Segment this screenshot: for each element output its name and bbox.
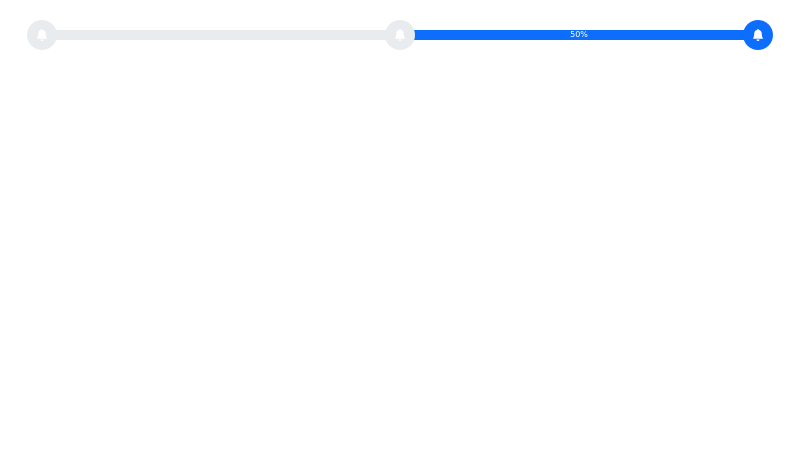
bell-icon <box>752 29 764 41</box>
step-2-button[interactable] <box>385 20 415 50</box>
step-1-button[interactable] <box>27 20 57 50</box>
progress-percent-label: 50% <box>570 30 588 39</box>
step-3-button[interactable] <box>743 20 773 50</box>
progress-track-segment-2: 50% <box>400 30 758 40</box>
bell-icon <box>36 29 48 41</box>
progress-stepper: 50% <box>27 20 773 50</box>
progress-track-segment-1 <box>42 30 400 40</box>
bell-icon <box>394 29 406 41</box>
